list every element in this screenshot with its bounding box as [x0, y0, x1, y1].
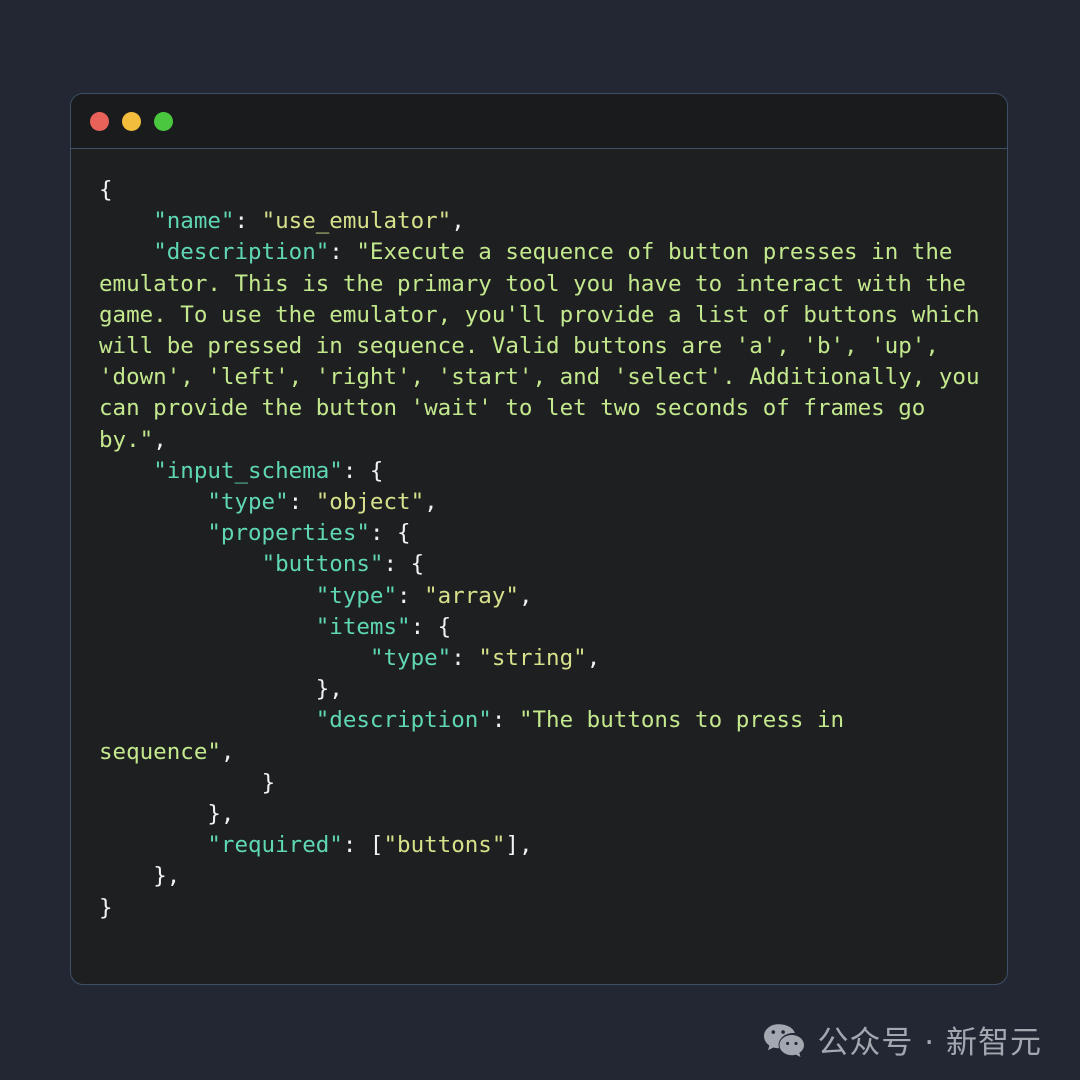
- code-token-punc: ,: [220, 738, 235, 765]
- code-token-val: "buttons": [383, 832, 506, 859]
- json-code-block: { "name": "use_emulator", "description":…: [99, 175, 983, 924]
- code-token-punc: :: [234, 208, 262, 235]
- code-body[interactable]: { "name": "use_emulator", "description":…: [71, 149, 1007, 984]
- code-token-punc: : {: [410, 613, 452, 640]
- code-token-punc: ,: [451, 208, 465, 235]
- code-window: { "name": "use_emulator", "description":…: [70, 93, 1008, 985]
- code-token-punc: : {: [342, 457, 384, 484]
- code-token-val: "object": [315, 489, 425, 516]
- code-token-punc: :: [397, 582, 425, 609]
- code-token-key: "description": [315, 707, 492, 734]
- code-token-punc: ,: [586, 645, 601, 672]
- wechat-icon: [763, 1022, 805, 1058]
- minimize-button[interactable]: [122, 111, 141, 131]
- code-token-str: "Execute a sequence of button presses in…: [99, 239, 994, 453]
- code-token-punc: : {: [369, 520, 411, 547]
- code-token-punc: {: [99, 177, 113, 203]
- code-token-punc: :: [491, 707, 519, 734]
- code-token-val: "use_emulator": [261, 208, 452, 235]
- code-token-key: "properties": [207, 520, 370, 547]
- code-token-punc: ,: [424, 489, 438, 516]
- code-token-punc: :: [451, 645, 479, 672]
- code-token-key: "type": [207, 489, 289, 516]
- code-token-key: "buttons": [261, 551, 384, 578]
- code-token-val: "array": [424, 582, 519, 609]
- code-token-punc: ],: [505, 832, 533, 859]
- code-token-punc: ,: [518, 582, 533, 609]
- code-token-key: "type": [369, 645, 452, 672]
- code-token-punc: },: [207, 801, 235, 828]
- maximize-button[interactable]: [154, 111, 173, 131]
- traffic-light-controls: [90, 111, 173, 131]
- watermark: 公众号 · 新智元: [763, 1017, 1042, 1062]
- code-token-punc: ,: [153, 426, 167, 453]
- watermark-text: 公众号 · 新智元: [817, 1025, 1042, 1061]
- code-token-key: "description": [153, 239, 330, 266]
- code-token-key: "type": [315, 582, 398, 609]
- code-token-punc: },: [153, 863, 181, 890]
- code-token-key: "input_schema": [153, 457, 343, 484]
- code-token-punc: : {: [383, 551, 425, 578]
- code-token-punc: :: [288, 489, 316, 516]
- code-token-punc: : [: [342, 832, 384, 859]
- code-token-key: "required": [207, 832, 343, 859]
- window-title-bar: [71, 94, 1007, 149]
- code-token-key: "items": [315, 613, 411, 640]
- code-token-punc: },: [315, 676, 343, 703]
- code-token-val: "string": [478, 645, 587, 672]
- code-token-punc: }: [99, 894, 113, 921]
- code-token-punc: }: [261, 769, 276, 796]
- code-token-key: "name": [153, 208, 235, 235]
- code-token-punc: :: [329, 239, 357, 266]
- close-button[interactable]: [90, 111, 109, 131]
